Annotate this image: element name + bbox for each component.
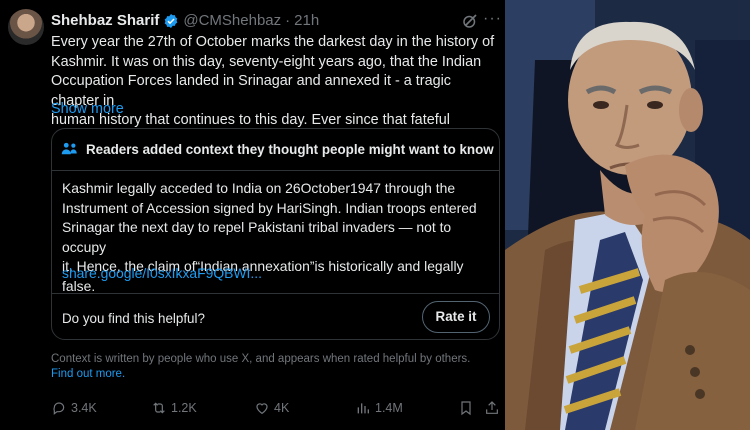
community-note: Readers added context they thought peopl… <box>51 128 500 340</box>
like-button[interactable]: 4K <box>254 400 289 416</box>
tweet: Shehbaz Sharif @CMShehbaz · 21h ··· Ever… <box>0 0 505 430</box>
header-separator: · <box>285 12 291 29</box>
tweet-header: Shehbaz Sharif @CMShehbaz · 21h <box>51 12 319 29</box>
reply-icon <box>53 402 65 415</box>
views-count: 1.4M <box>375 401 403 415</box>
people-icon <box>61 142 77 155</box>
context-disclaimer: Context is written by people who use X, … <box>51 353 471 365</box>
bookmark-button[interactable] <box>458 400 478 416</box>
share-button[interactable] <box>484 400 504 416</box>
community-note-title: Readers added context they thought peopl… <box>86 142 494 157</box>
portrait-photo <box>505 0 750 430</box>
repost-icon <box>153 402 165 414</box>
note-text-line: Srinagar the next day to repel Pakistani… <box>62 219 452 255</box>
note-text-line: Kashmir legally acceded to India on 26Oc… <box>62 180 456 196</box>
repost-count: 1.2K <box>171 401 197 415</box>
find-out-more-link[interactable]: Find out more. <box>51 368 125 380</box>
rate-it-button[interactable]: Rate it <box>422 301 490 333</box>
community-note-header: Readers added context they thought peopl… <box>52 129 499 171</box>
views-icon <box>357 403 369 414</box>
tweet-text-line: Every year the 27th of October marks the… <box>51 34 495 50</box>
avatar[interactable] <box>8 9 44 45</box>
share-icon <box>486 401 498 414</box>
post-time[interactable]: 21h <box>294 12 319 29</box>
reply-button[interactable]: 3.4K <box>51 400 97 416</box>
helpful-row: Do you find this helpful? Rate it <box>52 293 499 340</box>
like-icon <box>256 403 268 415</box>
reply-count: 3.4K <box>71 401 97 415</box>
tweet-text-line: Kashmir. It was on this day, seventy-eig… <box>51 53 482 70</box>
repost-button[interactable]: 1.2K <box>151 400 197 416</box>
bookmark-icon <box>461 401 471 416</box>
more-icon[interactable]: ··· <box>483 10 501 30</box>
views-button[interactable]: 1.4M <box>355 400 403 416</box>
verified-icon <box>165 13 178 28</box>
helpful-question: Do you find this helpful? <box>62 311 205 326</box>
grok-icon[interactable] <box>461 12 479 30</box>
note-source-link[interactable]: share.google/I0sxIkxaF9QBWI... <box>62 265 262 281</box>
note-text-line: Instrument of Accession signed by HariSi… <box>62 199 477 216</box>
portrait-illustration <box>505 0 750 430</box>
show-more-link[interactable]: Show more <box>51 101 124 117</box>
like-count: 4K <box>274 401 290 415</box>
author-name[interactable]: Shehbaz Sharif <box>51 12 159 29</box>
author-handle[interactable]: @CMShehbaz <box>183 12 281 29</box>
action-bar: 3.4K 1.2K 4K 1.4M <box>0 400 505 422</box>
